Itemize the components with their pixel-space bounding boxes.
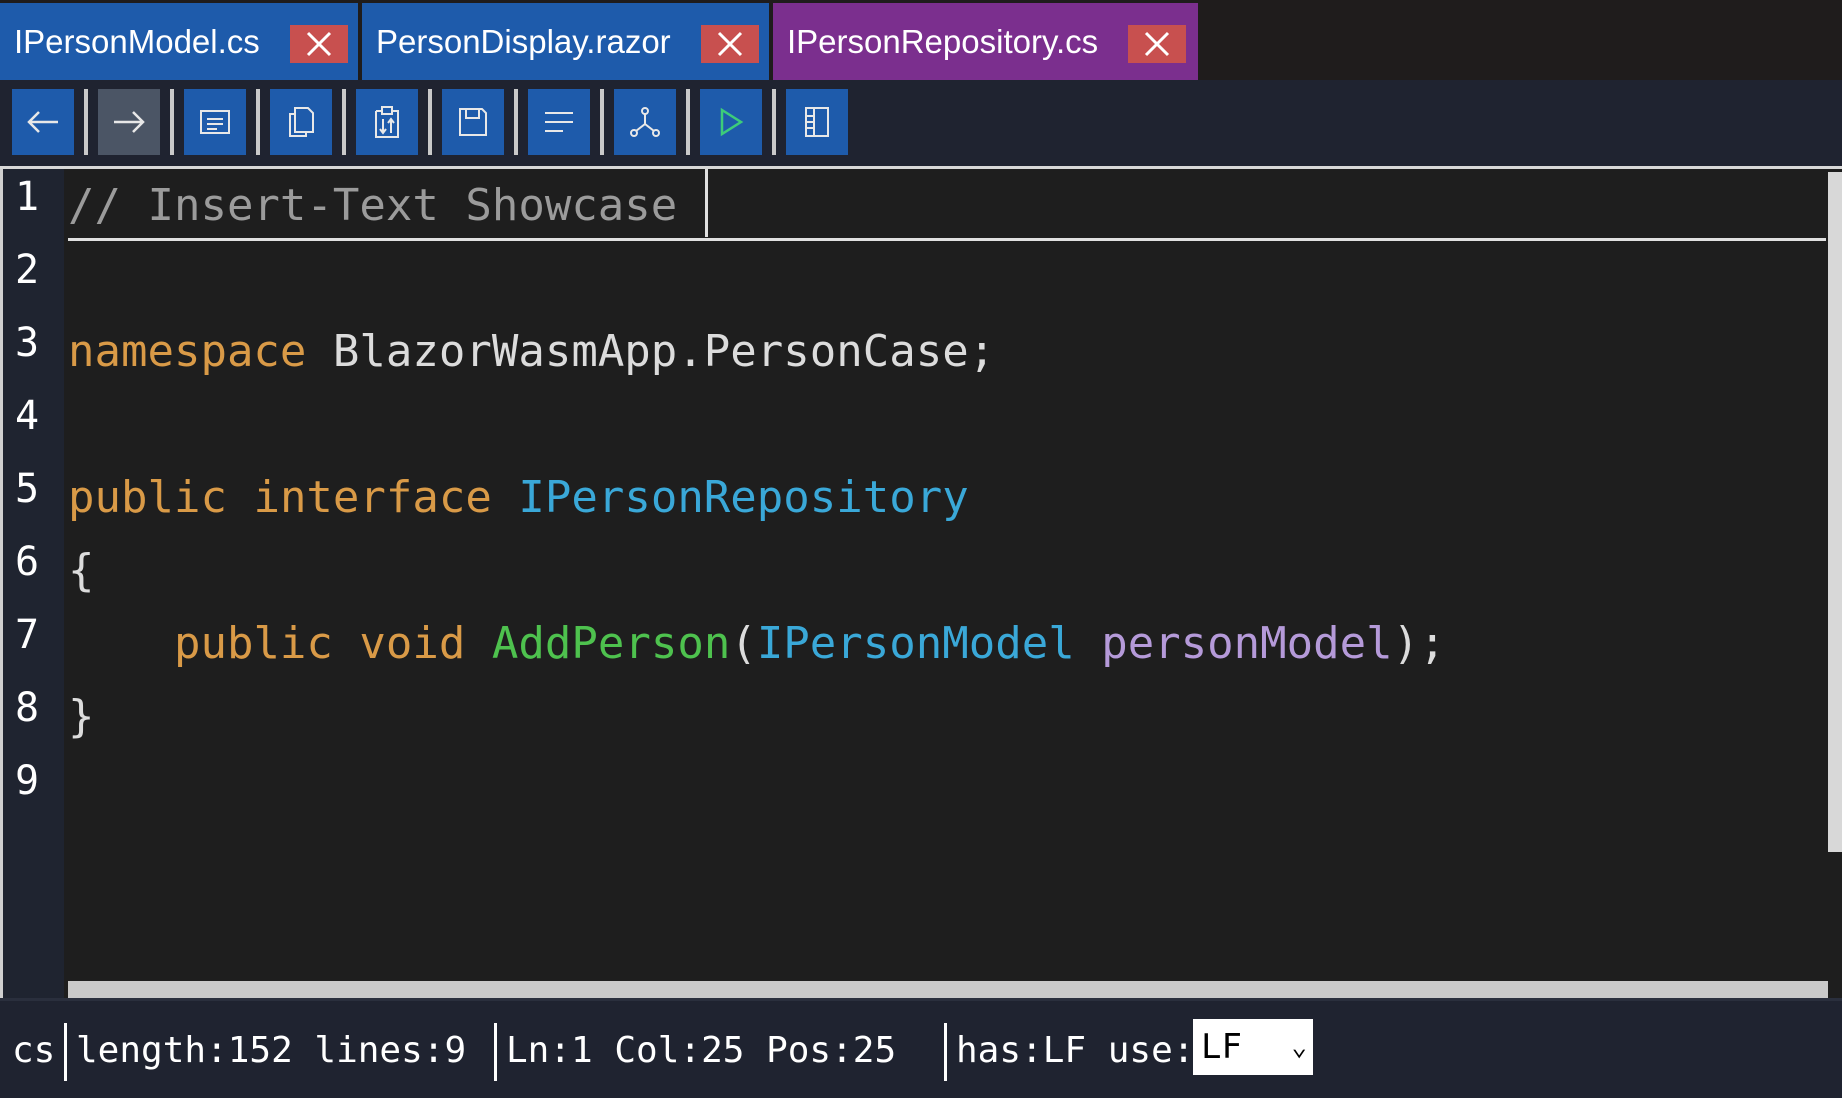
save-button[interactable]: [442, 89, 504, 155]
type-token: IPersonModel: [756, 618, 1075, 669]
forward-button[interactable]: [98, 89, 160, 155]
code-line-1: // Insert-Text Showcase: [68, 169, 709, 242]
model-view-button[interactable]: [184, 89, 246, 155]
close-tab-button[interactable]: [701, 25, 759, 63]
comment-token: // Insert-Text Showcase: [68, 180, 678, 231]
line-number: 3: [15, 320, 40, 366]
line-number: 1: [15, 174, 40, 220]
close-tab-button[interactable]: [290, 25, 348, 63]
tab-label: IPersonRepository.cs: [787, 22, 1099, 60]
format-button[interactable]: [528, 89, 590, 155]
language-indicator: cs: [12, 1030, 56, 1071]
line-number: 4: [15, 393, 40, 439]
toolbar-separator: [256, 89, 260, 155]
toolbar-separator: [600, 89, 604, 155]
code-line-8: }: [68, 680, 95, 753]
copy-icon: [289, 107, 314, 137]
align-left-icon: [545, 112, 573, 132]
vertical-scrollbar-thumb[interactable]: [1828, 172, 1842, 852]
toolbar-separator: [84, 89, 88, 155]
syntax-tree-button[interactable]: [614, 89, 676, 155]
brace-token: }: [68, 691, 95, 742]
plain-token: BlazorWasmApp.PersonCase;: [306, 326, 996, 377]
toolbar-separator: [342, 89, 346, 155]
code-line-3: namespace BlazorWasmApp.PersonCase;: [68, 315, 995, 388]
arrow-left-icon: [27, 111, 58, 133]
paren-token: );: [1392, 618, 1446, 669]
paste-button[interactable]: [356, 89, 418, 155]
line-ending-select[interactable]: LF ⌄: [1193, 1019, 1313, 1075]
line-number: 9: [15, 758, 40, 804]
code-line-5: public interface IPersonRepository: [68, 461, 969, 534]
copy-button[interactable]: [270, 89, 332, 155]
paste-icon: [375, 106, 399, 138]
line-ending-label: has:LF use:: [956, 1030, 1195, 1071]
back-button[interactable]: [12, 89, 74, 155]
tab-label: PersonDisplay.razor: [376, 22, 671, 60]
cursor-position-indicator: Ln:1 Col:25 Pos:25: [506, 1030, 897, 1071]
code-text-area[interactable]: // Insert-Text Showcase namespace Blazor…: [68, 169, 1826, 981]
line-number: 6: [15, 539, 40, 585]
tab-bar: IPersonModel.cs PersonDisplay.razor IPer…: [0, 0, 1842, 80]
status-separator: [944, 1023, 947, 1081]
status-bar: cs length:152 lines:9 Ln:1 Col:25 Pos:25…: [0, 998, 1842, 1098]
tab-persondisplay[interactable]: PersonDisplay.razor: [362, 3, 769, 80]
status-separator: [494, 1023, 497, 1081]
run-icon: [720, 107, 744, 137]
run-button[interactable]: [700, 89, 762, 155]
keyword-token: public: [68, 472, 227, 523]
code-editor-app: IPersonModel.cs PersonDisplay.razor IPer…: [0, 0, 1842, 1098]
paren-token: (: [730, 618, 757, 669]
length-lines-indicator: length:152 lines:9: [76, 1030, 467, 1071]
toolbar-separator: [428, 89, 432, 155]
arrow-right-icon: [114, 111, 145, 133]
keyword-token: namespace: [68, 326, 307, 377]
editor-area: 1 2 3 4 5 6 7 8 9 // Insert-Text Showcas…: [0, 166, 1842, 999]
toolbar-separator: [772, 89, 776, 155]
toolbar: [0, 80, 1842, 166]
close-icon: [1144, 31, 1170, 57]
tab-ipersonrepository[interactable]: IPersonRepository.cs: [773, 3, 1198, 80]
close-icon: [306, 31, 332, 57]
keyword-token: interface: [253, 472, 492, 523]
line-number-gutter: 1 2 3 4 5 6 7 8 9: [0, 169, 64, 998]
method-token: AddPerson: [491, 618, 731, 669]
panel-icon: [805, 107, 829, 137]
tab-label: IPersonModel.cs: [14, 22, 260, 60]
keyword-token: void: [359, 618, 466, 669]
chevron-down-icon: ⌄: [1291, 1032, 1307, 1062]
document-text-icon: [200, 110, 230, 134]
parameter-token: personModel: [1101, 618, 1393, 669]
close-tab-button[interactable]: [1128, 25, 1186, 63]
save-icon: [459, 108, 487, 136]
horizontal-scrollbar[interactable]: [68, 981, 1828, 999]
code-line-6: {: [68, 534, 95, 607]
close-icon: [717, 31, 743, 57]
brace-token: {: [68, 545, 95, 596]
line-number: 8: [15, 685, 40, 731]
keyword-token: public: [173, 618, 333, 669]
line-number: 5: [15, 466, 40, 512]
toolbar-separator: [514, 89, 518, 155]
text-cursor: [705, 169, 709, 237]
panel-button[interactable]: [786, 89, 848, 155]
status-separator: [64, 1023, 67, 1081]
line-ending-value: LF: [1201, 1027, 1242, 1067]
syntax-tree-icon: [630, 107, 660, 137]
code-line-7: public void AddPerson(IPersonModel perso…: [68, 607, 1446, 680]
line-number: 7: [15, 612, 40, 658]
line-number: 2: [15, 247, 40, 293]
toolbar-separator: [170, 89, 174, 155]
indent-token: [68, 618, 174, 669]
type-token: IPersonRepository: [518, 472, 969, 523]
tab-ipersonmodel[interactable]: IPersonModel.cs: [0, 3, 358, 80]
toolbar-separator: [686, 89, 690, 155]
